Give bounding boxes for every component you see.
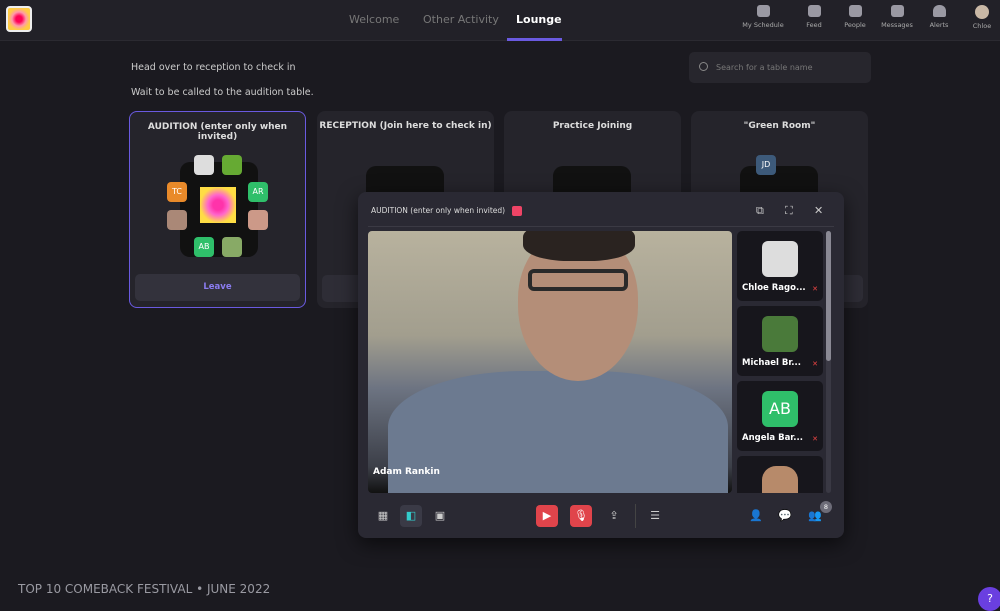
intro-line: Head over to reception to check in — [131, 62, 296, 73]
participant-tile[interactable]: Michael Br... ✕ — [737, 306, 823, 376]
nav-label: Alerts — [929, 21, 949, 29]
seat-avatar[interactable]: TC — [167, 182, 187, 202]
seat-avatar[interactable]: JD — [756, 155, 776, 175]
participant-tile[interactable]: Chloe Rago... ✕ — [737, 231, 823, 301]
video-call-window: AUDITION (enter only when invited) ⧉ ⛶ ✕… — [358, 192, 844, 538]
table-title: "Green Room" — [743, 121, 816, 131]
nav-people[interactable]: People — [833, 5, 877, 29]
search-icon — [699, 62, 708, 71]
table-title: Practice Joining — [552, 121, 633, 131]
participant-count-badge: 8 — [820, 501, 832, 513]
nav-messages[interactable]: Messages — [875, 5, 919, 29]
chat-icon[interactable]: 💬 — [774, 505, 796, 527]
main-video[interactable]: Adam Rankin — [368, 231, 732, 493]
avatar — [762, 466, 798, 493]
seat-avatar[interactable] — [194, 155, 214, 175]
seat-avatar[interactable]: AR — [248, 182, 268, 202]
video-frame — [523, 231, 635, 261]
messages-icon — [890, 5, 904, 17]
participant-name: Michael Br... — [742, 358, 801, 368]
nav-label: Chloe — [972, 22, 992, 30]
table-search-input[interactable]: Search for a table name — [689, 52, 871, 83]
mic-muted-icon: ✕ — [812, 285, 818, 293]
avatar — [762, 241, 798, 277]
scroll-thumb[interactable] — [826, 231, 831, 361]
seat-avatar[interactable] — [248, 210, 268, 230]
tab-lounge[interactable]: Lounge — [516, 13, 562, 26]
nav-profile[interactable]: Chloe — [960, 5, 1000, 30]
event-footer: TOP 10 COMEBACK FESTIVAL • JUNE 2022 — [18, 582, 271, 596]
avatar — [975, 5, 989, 19]
seat-avatar[interactable] — [222, 237, 242, 257]
participant-tile[interactable]: AB Angela Bar... ✕ — [737, 381, 823, 451]
participant-name: Angela Bar... — [742, 433, 803, 443]
table-logo — [200, 187, 236, 223]
intro-line: Wait to be called to the audition table. — [131, 87, 314, 98]
fullscreen-icon[interactable]: ⛶ — [785, 204, 793, 218]
tab-other-activity[interactable]: Other Activity — [423, 13, 499, 26]
help-button[interactable]: ? — [978, 587, 1000, 611]
avatar: AB — [762, 391, 798, 427]
camera-off-button[interactable]: ▶ — [536, 505, 558, 527]
speaker-view-icon[interactable]: ◧ — [400, 505, 422, 527]
nav-label: My Schedule — [742, 21, 784, 29]
call-title: AUDITION (enter only when invited) — [371, 206, 506, 215]
nav-feed[interactable]: Feed — [792, 5, 836, 29]
settings-sliders-icon[interactable]: ☰ — [644, 505, 666, 527]
mic-off-button[interactable]: 🎙 — [570, 505, 592, 527]
spotlight-view-icon[interactable]: ▣ — [429, 505, 451, 527]
speaker-name: Adam Rankin — [373, 467, 440, 477]
seat-avatar[interactable] — [167, 210, 187, 230]
popout-icon[interactable]: ⧉ — [756, 204, 764, 218]
avatar — [762, 316, 798, 352]
nav-alerts[interactable]: Alerts — [917, 5, 961, 29]
video-frame — [528, 269, 628, 291]
table-title: AUDITION (enter only when invited) — [147, 122, 288, 142]
participant-tile[interactable] — [737, 456, 823, 493]
invite-user-icon[interactable]: 👤 — [745, 505, 767, 527]
seat-avatar[interactable] — [222, 155, 242, 175]
feed-icon — [807, 5, 821, 17]
nav-label: Messages — [881, 21, 913, 29]
event-logo[interactable] — [6, 6, 32, 32]
search-placeholder: Search for a table name — [716, 63, 813, 72]
nav-label: Feed — [806, 21, 822, 29]
nav-label: People — [844, 21, 866, 29]
tab-welcome[interactable]: Welcome — [349, 13, 399, 26]
nav-my-schedule[interactable]: My Schedule — [741, 5, 785, 29]
leave-button[interactable]: Leave — [135, 274, 300, 301]
table-title: RECEPTION (Join here to check in) — [319, 121, 492, 131]
bell-icon — [932, 5, 946, 17]
people-icon — [848, 5, 862, 17]
participant-scrollbar[interactable] — [826, 231, 831, 493]
table-card-audition[interactable]: AUDITION (enter only when invited) TC AR… — [129, 111, 306, 308]
mic-muted-icon: ✕ — [812, 435, 818, 443]
participant-list: Chloe Rago... ✕ Michael Br... ✕ AB Angela B… — [737, 231, 823, 498]
top-bar: Welcome Other Activity Lounge My Schedul… — [0, 0, 1000, 41]
share-screen-icon[interactable]: ⇪ — [603, 505, 625, 527]
table-logo — [512, 206, 522, 216]
seat-avatar[interactable]: AB — [194, 237, 214, 257]
close-icon[interactable]: ✕ — [814, 204, 823, 217]
active-tab-indicator — [507, 38, 562, 41]
mic-muted-icon: ✕ — [812, 360, 818, 368]
divider — [368, 226, 834, 227]
calendar-icon — [756, 5, 770, 17]
participant-name: Chloe Rago... — [742, 283, 806, 293]
grid-view-icon[interactable]: ▦ — [372, 505, 394, 527]
divider — [635, 504, 636, 528]
